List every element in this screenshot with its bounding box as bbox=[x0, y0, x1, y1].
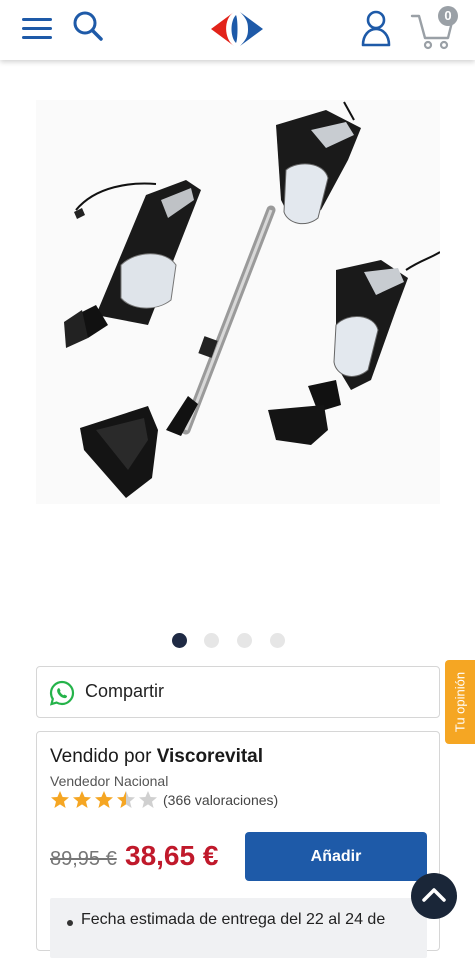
sold-by: Vendido por Viscorevital bbox=[50, 746, 263, 768]
share-label: Compartir bbox=[85, 681, 165, 701]
delivery-estimate: Fecha estimada de entrega del 22 al 24 d… bbox=[50, 898, 427, 958]
star-empty-icon bbox=[139, 791, 157, 808]
bullet-icon bbox=[67, 920, 73, 926]
old-price: 89,95 € bbox=[50, 848, 117, 870]
carousel-dot[interactable] bbox=[270, 633, 285, 648]
hamburger-icon[interactable] bbox=[22, 18, 52, 40]
search-icon[interactable] bbox=[72, 10, 104, 42]
feedback-tab-label: Tu opinión bbox=[452, 671, 468, 733]
carousel-dot[interactable] bbox=[204, 633, 219, 648]
sold-by-prefix: Vendido por bbox=[50, 746, 152, 767]
whatsapp-icon bbox=[49, 680, 75, 706]
delivery-text: Fecha estimada de entrega del 22 al 24 d… bbox=[81, 911, 386, 928]
back-to-top-button[interactable] bbox=[411, 873, 457, 919]
star-full-icon bbox=[73, 791, 91, 808]
handheld-vacuum-product-image[interactable] bbox=[36, 100, 440, 504]
ratings-count-link[interactable]: (366 valoraciones) bbox=[163, 792, 278, 808]
star-full-icon bbox=[95, 791, 113, 808]
offer-box: Vendido por Viscorevital Vendedor Nacion… bbox=[36, 731, 440, 958]
current-price: 38,65 € bbox=[125, 840, 219, 871]
user-icon[interactable] bbox=[360, 9, 392, 47]
carrefour-logo[interactable] bbox=[207, 9, 267, 49]
add-to-cart-button[interactable]: Añadir bbox=[245, 832, 427, 881]
chevron-up-icon bbox=[422, 888, 446, 902]
carousel-dots bbox=[0, 633, 475, 649]
carousel-dot[interactable] bbox=[237, 633, 252, 648]
share-button[interactable]: Compartir bbox=[36, 666, 440, 718]
top-header: 0 bbox=[0, 0, 475, 60]
star-half-icon bbox=[117, 791, 135, 808]
seller-type: Vendedor Nacional bbox=[50, 773, 169, 789]
star-full-icon bbox=[51, 791, 69, 808]
cart-count-badge: 0 bbox=[438, 6, 458, 26]
carousel-dot-active[interactable] bbox=[172, 633, 187, 648]
seller-name-link[interactable]: Viscorevital bbox=[157, 746, 263, 767]
feedback-tab[interactable]: Tu opinión bbox=[445, 660, 475, 744]
